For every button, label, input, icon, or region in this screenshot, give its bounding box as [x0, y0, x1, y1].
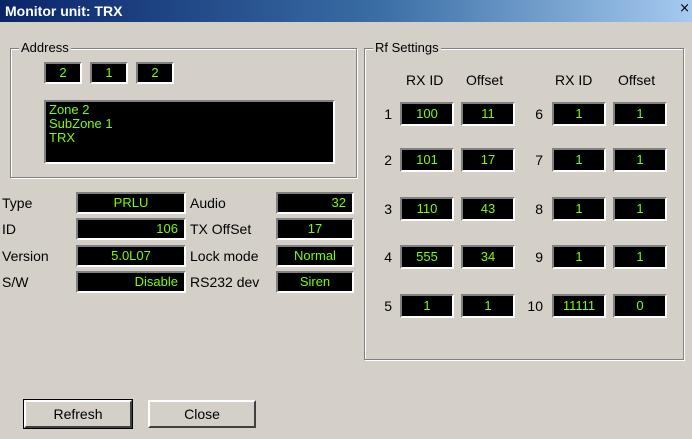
close-icon[interactable]: ×	[679, 1, 690, 16]
rxid-header-right: RX ID	[555, 72, 593, 88]
id-label: ID	[2, 221, 16, 237]
address-group-label: Address	[19, 40, 71, 55]
version-value: 5.0L07	[76, 245, 186, 267]
refresh-button-label: Refresh	[53, 406, 103, 422]
rf-offset-field: 1	[613, 197, 667, 221]
address-field-2: 1	[90, 62, 128, 84]
audio-label: Audio	[190, 195, 226, 211]
close-button[interactable]: Close	[148, 400, 256, 428]
offset-header-left: Offset	[466, 72, 504, 88]
window-title: Monitor unit: TRX	[5, 3, 123, 19]
zone-display: Zone 2 SubZone 1 TRX	[44, 100, 335, 164]
rf-rxid-field: 1	[400, 294, 454, 318]
rf-offset-field: 17	[461, 148, 515, 172]
lockmode-label: Lock mode	[190, 248, 259, 264]
rf-row-number: 9	[535, 249, 543, 265]
zone-line: Zone 2	[49, 102, 90, 117]
rf-offset-field: 34	[461, 245, 515, 269]
rf-row-number: 4	[384, 249, 392, 265]
rf-row-number: 10	[527, 298, 543, 314]
rf-offset-field: 1	[461, 294, 515, 318]
rf-offset-field: 1	[613, 148, 667, 172]
offset-header-right: Offset	[618, 72, 656, 88]
sw-label: S/W	[2, 274, 29, 290]
rf-offset-field: 43	[461, 197, 515, 221]
title-bar[interactable]: Monitor unit: TRX ×	[0, 0, 692, 22]
rf-rxid-field: 555	[400, 245, 454, 269]
address-field-1: 2	[44, 62, 82, 84]
rf-settings-label: Rf Settings	[373, 40, 441, 55]
close-button-label: Close	[184, 406, 220, 422]
sw-value: Disable	[76, 271, 186, 293]
subzone-line: SubZone 1	[49, 116, 113, 131]
rf-rxid-field: 1	[552, 148, 606, 172]
rf-rxid-field: 100	[400, 102, 454, 126]
rf-rxid-field: 11111	[552, 294, 606, 318]
rf-offset-field: 1	[613, 102, 667, 126]
rf-offset-field: 0	[613, 294, 667, 318]
rs232-label: RS232 dev	[190, 274, 260, 290]
rf-row-number: 3	[384, 201, 392, 217]
txoffset-label: TX OffSet	[190, 221, 252, 237]
rf-row-number: 1	[384, 106, 392, 122]
rf-rxid-field: 1	[552, 245, 606, 269]
rf-row-number: 5	[384, 298, 392, 314]
unit-line: TRX	[49, 130, 75, 145]
rf-offset-field: 1	[613, 245, 667, 269]
rxid-header-left: RX ID	[406, 72, 444, 88]
rf-row-number: 6	[535, 106, 543, 122]
rf-rxid-field: 101	[400, 148, 454, 172]
rf-row-number: 2	[384, 152, 392, 168]
txoffset-value: 17	[276, 218, 354, 240]
rf-rxid-field: 1	[552, 197, 606, 221]
version-label: Version	[2, 248, 49, 264]
rf-row-number: 7	[535, 152, 543, 168]
refresh-button[interactable]: Refresh	[23, 399, 133, 429]
rf-rxid-field: 1	[552, 102, 606, 126]
audio-value: 32	[276, 192, 354, 214]
address-field-3: 2	[136, 62, 174, 84]
type-value: PRLU	[76, 192, 186, 214]
monitor-window: Monitor unit: TRX × Address 2 1 2 Zone 2…	[0, 0, 692, 439]
id-value: 106	[76, 218, 186, 240]
rf-offset-field: 11	[461, 102, 515, 126]
rs232-value: Siren	[276, 271, 354, 293]
rf-row-number: 8	[535, 201, 543, 217]
type-label: Type	[2, 195, 33, 211]
lockmode-value: Normal	[276, 245, 354, 267]
rf-rxid-field: 110	[400, 197, 454, 221]
